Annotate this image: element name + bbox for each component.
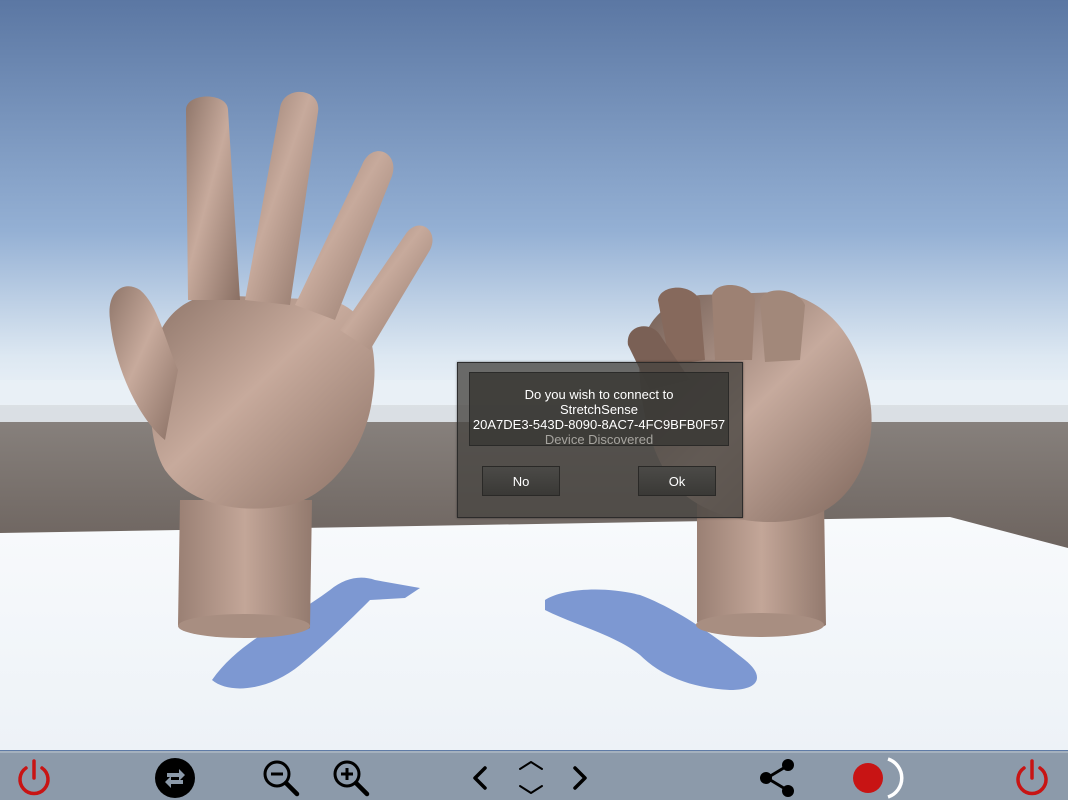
connect-dialog: Do you wish to connect to StretchSense 2… [457, 362, 743, 518]
chevron-up-down-icon [519, 761, 543, 794]
no-button[interactable]: No [482, 466, 560, 496]
device-id: 20A7DE3-543D-8090-8AC7-4FC9BFB0F57 [472, 417, 726, 432]
zoom-out-icon [263, 760, 300, 797]
dialog-message: Do you wish to connect to StretchSense 2… [469, 372, 729, 447]
swap-hands-button[interactable] [154, 757, 196, 799]
dialog-status: Device Discovered [544, 432, 654, 447]
previous-button[interactable] [460, 757, 502, 799]
up-down-button[interactable] [510, 757, 552, 799]
power-left-button[interactable] [13, 757, 55, 799]
share-icon [760, 759, 794, 797]
record-button[interactable] [848, 757, 904, 799]
chevron-left-icon [473, 766, 487, 790]
share-button[interactable] [756, 757, 798, 799]
zoom-out-button[interactable] [260, 757, 302, 799]
power-icon [1016, 759, 1048, 796]
next-button[interactable] [558, 757, 600, 799]
power-icon [18, 759, 50, 796]
zoom-in-icon [333, 760, 370, 797]
swap-icon [155, 758, 195, 798]
device-brand: StretchSense [559, 402, 639, 417]
power-right-button[interactable] [1011, 757, 1053, 799]
record-icon [853, 757, 904, 799]
chevron-right-icon [573, 766, 587, 790]
zoom-in-button[interactable] [330, 757, 372, 799]
floor-plane [0, 517, 1068, 750]
dialog-question: Do you wish to connect to [524, 387, 674, 402]
ok-button[interactable]: Ok [638, 466, 716, 496]
bottom-toolbar [0, 751, 1068, 800]
